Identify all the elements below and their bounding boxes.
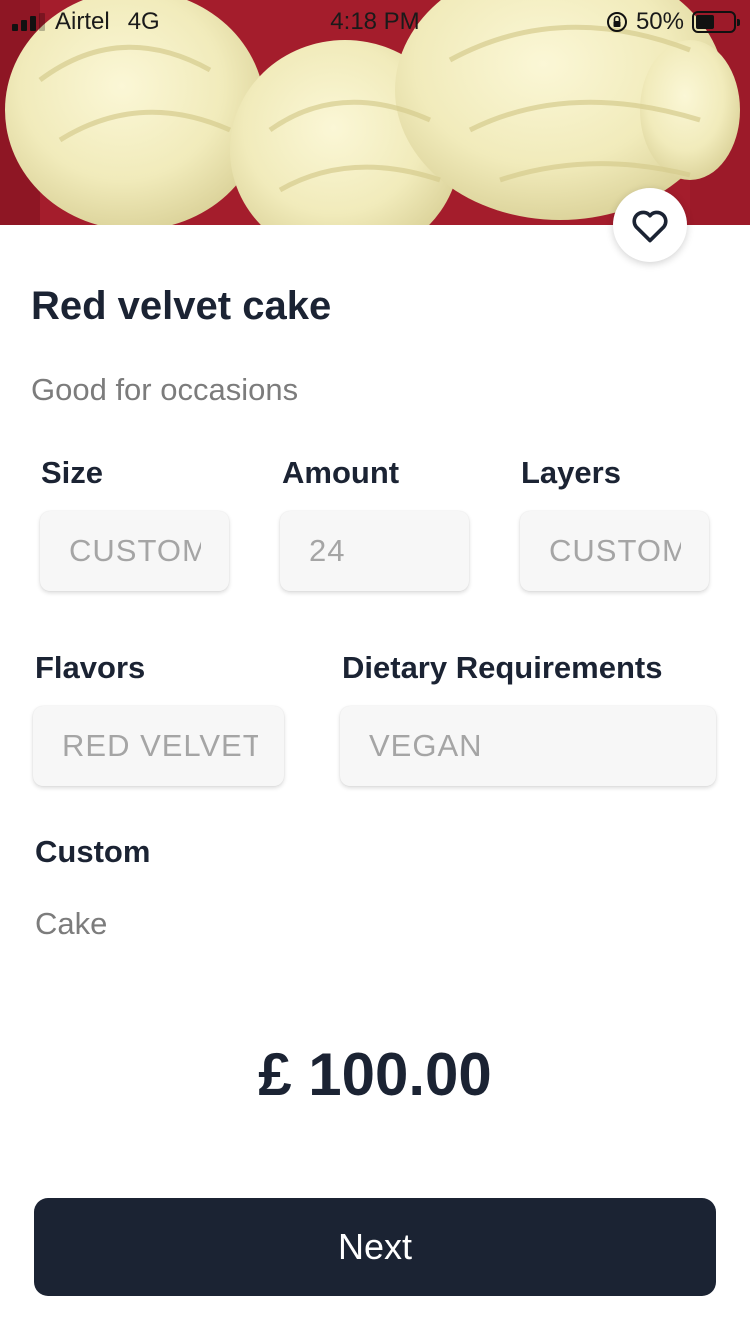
size-field[interactable]: CUSTOM <box>40 511 229 591</box>
amount-value: 24 <box>309 533 346 568</box>
orientation-lock-icon <box>606 12 627 32</box>
next-button[interactable]: Next <box>34 1198 716 1296</box>
status-right: 50% <box>606 8 740 36</box>
flavors-field[interactable]: RED VELVET <box>33 706 284 786</box>
next-button-label: Next <box>337 1226 413 1267</box>
product-title: Red velvet cake <box>31 284 332 328</box>
custom-label: Custom <box>35 834 151 869</box>
favorite-button[interactable] <box>613 188 687 262</box>
price: £ 100.00 <box>258 1041 492 1108</box>
dietary-requirements-field[interactable]: VEGAN <box>340 706 716 786</box>
flavors-value: RED VELVET <box>62 728 258 763</box>
battery-percentage: 50% <box>635 8 684 35</box>
layers-value: CUSTOM <box>549 533 681 568</box>
status-bar: Airtel 4G 4:18 PM 50% <box>0 0 750 40</box>
size-label: Size <box>41 455 104 490</box>
product-detail-screen: Airtel 4G 4:18 PM 50% Red velvet cake Go… <box>0 0 750 1334</box>
size-value: CUSTOM <box>69 533 201 568</box>
battery-icon <box>692 11 740 33</box>
dietary-requirements-label: Dietary Requirements <box>342 650 663 685</box>
flavors-label: Flavors <box>35 650 146 685</box>
layers-label: Layers <box>521 455 621 490</box>
amount-label: Amount <box>282 455 400 490</box>
battery-fill <box>696 15 714 29</box>
layers-field[interactable]: CUSTOM <box>520 511 709 591</box>
product-subtitle: Good for occasions <box>31 372 299 407</box>
amount-field[interactable]: 24 <box>280 511 469 591</box>
custom-value: Cake <box>35 906 108 941</box>
dietary-requirements-value: VEGAN <box>369 728 483 763</box>
heart-outline-icon <box>632 210 668 243</box>
